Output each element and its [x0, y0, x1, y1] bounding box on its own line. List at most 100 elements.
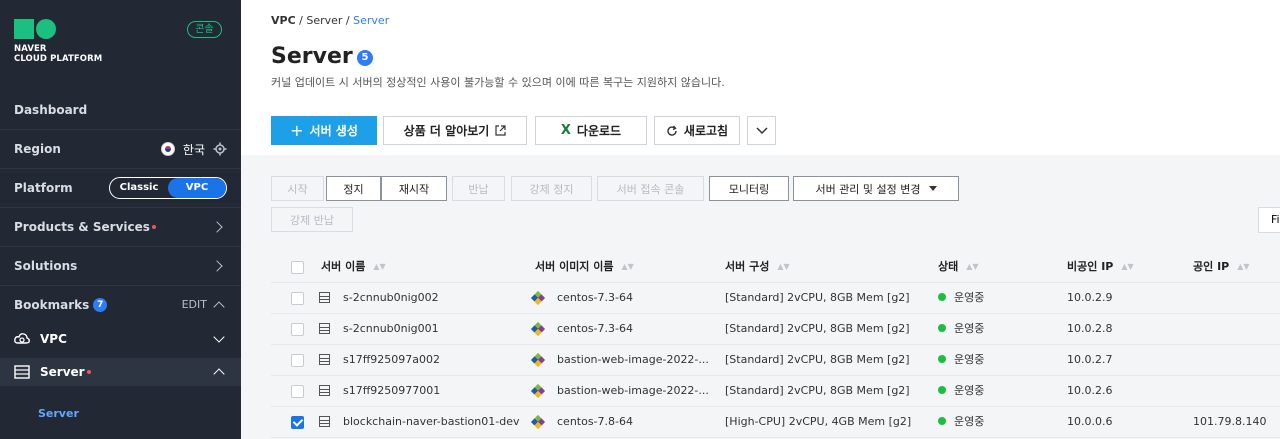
force-stop-button[interactable]: 강제 정지 — [511, 176, 592, 201]
refresh-button[interactable]: 새로고침 — [654, 116, 740, 145]
server-icon — [319, 416, 330, 427]
public-ip: 101.79.8.140 — [1193, 415, 1267, 428]
manage-server-dropdown[interactable]: 서버 관리 및 설정 변경 — [793, 176, 959, 201]
server-spec: [Standard] 2vCPU, 8GB Mem [g2] — [725, 322, 910, 335]
table-row[interactable]: s-2cnnub0nig002 centos-7.3-64 [Standard] 2… — [271, 283, 1280, 314]
naver-cloud-logo[interactable]: NAVER CLOUD PLATFORM — [14, 19, 102, 64]
chevron-down-icon — [213, 330, 225, 343]
breadcrumb-server[interactable]: Server — [306, 14, 342, 27]
table-row[interactable]: s17ff925097a002 bastion-web-image-2022-..… — [271, 345, 1280, 376]
breadcrumb: VPC / Server / Server — [271, 14, 389, 27]
header-public-ip[interactable]: 공인 IP ▲▼ — [1193, 252, 1250, 282]
chevron-up-icon[interactable] — [213, 300, 225, 313]
platform-option-classic[interactable]: Classic — [110, 178, 168, 198]
server-icon — [319, 385, 330, 396]
status-label: 운영중 — [954, 322, 985, 335]
header-spec[interactable]: 서버 구성 ▲▼ — [725, 252, 790, 282]
download-button[interactable]: X 다운로드 — [535, 116, 647, 145]
table-row[interactable]: s17ff9250977001 bastion-web-image-2022-..… — [271, 376, 1280, 407]
breadcrumb-separator: / — [342, 14, 354, 27]
server-spec: [Standard] 2vCPU, 8GB Mem [g2] — [725, 384, 910, 397]
breadcrumb-vpc[interactable]: VPC — [271, 14, 296, 27]
server-name[interactable]: s-2cnnub0nig002 — [343, 283, 439, 313]
header-server-name[interactable]: 서버 이름 ▲▼ — [321, 252, 386, 282]
header-status[interactable]: 상태 ▲▼ — [938, 252, 979, 282]
server-console-button[interactable]: 서버 접속 콘솔 — [597, 176, 704, 201]
server-name[interactable]: s-2cnnub0nig001 — [343, 314, 439, 344]
server-spec: [High-CPU] 2vCPU, 4GB Mem [g2] — [725, 415, 912, 428]
console-badge[interactable]: 콘솔 — [187, 21, 222, 38]
return-button[interactable]: 반납 — [452, 176, 505, 201]
private-ip: 10.0.2.7 — [1067, 353, 1113, 366]
dashboard-label: Dashboard — [14, 103, 88, 117]
logo-text: NAVER CLOUD PLATFORM — [14, 44, 102, 64]
image-name: centos-7.3-64 — [557, 291, 633, 304]
sidebar-item-server[interactable]: Server — [0, 358, 241, 386]
restart-button[interactable]: 재시작 — [381, 176, 447, 201]
download-label: 다운로드 — [576, 124, 622, 138]
row-checkbox[interactable] — [291, 292, 304, 305]
external-link-icon — [495, 125, 506, 136]
header-label: 비공인 IP — [1067, 260, 1114, 273]
force-return-button[interactable]: 강제 반납 — [271, 207, 353, 232]
breadcrumb-separator: / — [295, 14, 307, 27]
row-checkbox[interactable] — [291, 416, 304, 429]
bookmarks-edit-button[interactable]: EDIT — [182, 298, 207, 311]
bookmarks-label: Bookmarks — [14, 297, 90, 312]
table-row[interactable]: blockchain-naver-bastion01-dev centos-7.8… — [271, 407, 1280, 438]
row-checkbox[interactable] — [291, 385, 304, 398]
gear-icon[interactable] — [213, 142, 227, 156]
sidebar-item-solutions[interactable]: Solutions — [0, 247, 241, 286]
status-running-icon — [938, 355, 946, 363]
header-image-name[interactable]: 서버 이미지 이름 ▲▼ — [535, 252, 634, 282]
page-subtitle: 커널 업데이트 시 서버의 정상적인 사용이 불가능할 수 있으며 이에 따른 … — [271, 76, 725, 89]
server-icon — [319, 323, 330, 334]
create-server-label: 서버 생성 — [309, 124, 358, 138]
caret-down-icon — [928, 186, 937, 191]
platform-toggle[interactable]: Classic VPC — [109, 177, 227, 199]
server-name[interactable]: s17ff925097a002 — [343, 345, 440, 375]
select-all-checkbox[interactable] — [291, 261, 304, 274]
sort-icon: ▲▼ — [373, 262, 386, 271]
status-label: 운영중 — [954, 291, 985, 304]
sort-icon: ▲▼ — [621, 262, 634, 271]
products-label: Products & Services — [14, 220, 150, 234]
excel-icon: X — [560, 123, 571, 138]
sidebar-item-region[interactable]: Region 한국 — [0, 130, 241, 169]
korea-flag-icon — [160, 142, 175, 156]
private-ip: 10.0.2.9 — [1067, 291, 1113, 304]
sidebar-item-vpc[interactable]: VPC — [0, 319, 241, 358]
centos-icon — [530, 383, 546, 399]
row-checkbox[interactable] — [291, 354, 304, 367]
logo-line2: CLOUD PLATFORM — [14, 54, 103, 64]
breadcrumb-current: Server — [353, 14, 390, 27]
status-label: 운영중 — [954, 415, 985, 428]
page-title: Server — [271, 44, 353, 69]
server-name[interactable]: s17ff9250977001 — [343, 376, 440, 406]
refresh-icon — [667, 125, 677, 136]
vpc-cloud-icon — [14, 332, 30, 344]
row-checkbox[interactable] — [291, 323, 304, 336]
header-private-ip[interactable]: 비공인 IP ▲▼ — [1067, 252, 1134, 282]
sort-icon: ▲▼ — [777, 262, 790, 271]
sort-icon: ▲▼ — [1121, 262, 1134, 271]
more-dropdown-button[interactable] — [747, 116, 776, 145]
chevron-down-icon — [755, 126, 768, 134]
stop-button[interactable]: 정지 — [326, 176, 381, 201]
logo-line1: NAVER — [14, 44, 47, 54]
plus-icon: + — [290, 121, 304, 140]
platform-option-vpc[interactable]: VPC — [168, 178, 226, 198]
create-server-button[interactable]: + 서버 생성 — [271, 116, 377, 145]
start-button[interactable]: 시작 — [271, 176, 324, 201]
server-name[interactable]: blockchain-naver-bastion01-dev — [343, 407, 519, 437]
sort-icon: ▲▼ — [1237, 262, 1250, 271]
table-row[interactable]: s-2cnnub0nig001 centos-7.3-64 [Standard] 2… — [271, 314, 1280, 345]
header-label: 서버 구성 — [725, 260, 770, 273]
filter-input[interactable]: Fi — [1258, 207, 1280, 233]
vpc-label: VPC — [40, 331, 67, 346]
monitoring-button[interactable]: 모니터링 — [709, 176, 789, 201]
sidebar-subitem-server[interactable]: Server — [38, 407, 79, 420]
learn-more-button[interactable]: 상품 더 알아보기 — [383, 116, 527, 145]
sidebar-item-products[interactable]: Products & Services — [0, 208, 241, 247]
sidebar-item-dashboard[interactable]: Dashboard — [0, 91, 241, 130]
